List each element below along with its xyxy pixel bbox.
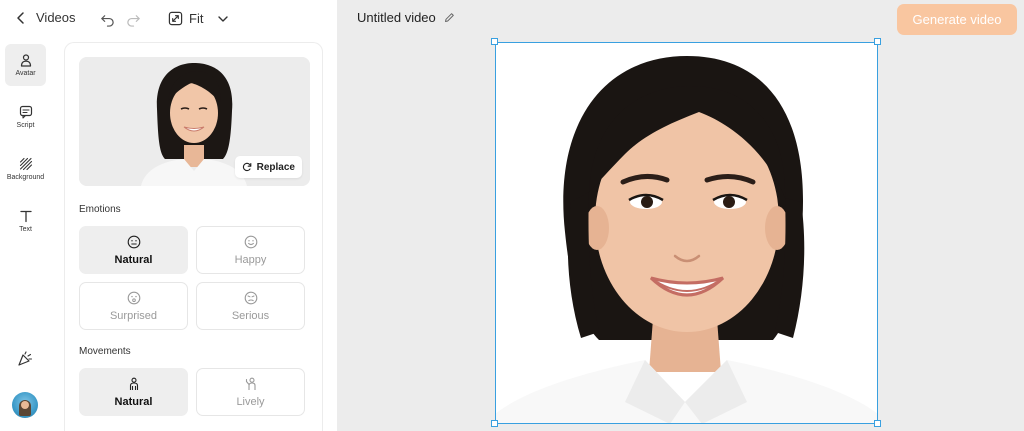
top-bar: Videos Fit [0, 0, 337, 40]
generate-video-button[interactable]: Generate video [897, 4, 1017, 35]
standing-person-icon [129, 377, 138, 390]
emotion-label: Natural [114, 253, 153, 266]
redo-button[interactable] [126, 12, 141, 32]
refresh-icon [242, 162, 251, 172]
movement-lively[interactable]: Lively [196, 368, 305, 416]
rail-item-label: Script [16, 122, 35, 129]
chevron-left-icon [17, 11, 24, 24]
serious-face-icon [244, 291, 257, 304]
rail-item-background[interactable]: Background [5, 148, 46, 190]
text-icon [19, 210, 32, 223]
fit-dropdown[interactable]: Fit [168, 11, 229, 26]
resize-handle-top-right[interactable] [874, 38, 881, 45]
script-icon [19, 105, 32, 119]
undo-icon [101, 15, 114, 27]
replace-button[interactable]: Replace [234, 156, 302, 178]
left-rail: Avatar Script Background Text [0, 42, 52, 431]
emotion-label: Serious [231, 309, 270, 322]
emotions-heading: Emotions [79, 204, 121, 215]
rail-item-text[interactable]: Text [5, 200, 46, 242]
back-button[interactable]: Videos [14, 10, 76, 25]
movement-label: Natural [114, 395, 153, 408]
resize-handle-top-left[interactable] [491, 38, 498, 45]
emotion-happy[interactable]: Happy [196, 226, 305, 274]
waving-person-icon [245, 377, 256, 390]
emotion-surprised[interactable]: Surprised [79, 282, 188, 330]
emotion-natural[interactable]: Natural [79, 226, 188, 274]
celebrate-icon[interactable] [16, 350, 34, 368]
rail-item-script[interactable]: Script [5, 96, 46, 138]
replace-label: Replace [256, 161, 295, 173]
surprised-face-icon [127, 291, 140, 304]
redo-icon [127, 15, 140, 27]
resize-handle-bottom-left[interactable] [491, 420, 498, 427]
fit-label: Fit [189, 11, 204, 26]
emotion-serious[interactable]: Serious [196, 282, 305, 330]
rail-item-label: Text [19, 226, 32, 233]
emotion-label: Surprised [109, 309, 158, 322]
chevron-down-icon [218, 15, 229, 22]
movement-label: Lively [236, 395, 265, 408]
video-title[interactable]: Untitled video [357, 10, 455, 25]
background-icon [19, 157, 32, 171]
rail-item-avatar[interactable]: Avatar [5, 44, 46, 86]
movement-natural[interactable]: Natural [79, 368, 188, 416]
pencil-icon[interactable] [444, 12, 455, 23]
user-avatar[interactable] [12, 392, 38, 418]
resize-handle-bottom-right[interactable] [874, 420, 881, 427]
avatar-panel: Replace Emotions Natural Happy Surprised… [64, 42, 323, 431]
fit-screen-icon [168, 11, 183, 26]
back-label: Videos [36, 10, 76, 25]
neutral-face-icon [127, 235, 140, 248]
avatar-face [21, 401, 29, 409]
rail-item-label: Background [6, 174, 45, 181]
person-icon [20, 54, 31, 67]
smile-face-icon [244, 235, 257, 248]
movements-heading: Movements [79, 346, 131, 357]
selection-border [495, 42, 878, 424]
emotion-label: Happy [234, 253, 267, 266]
undo-button[interactable] [100, 12, 115, 32]
rail-item-label: Avatar [15, 70, 36, 77]
avatar-preview: Replace [79, 57, 310, 186]
video-title-text: Untitled video [357, 10, 436, 25]
